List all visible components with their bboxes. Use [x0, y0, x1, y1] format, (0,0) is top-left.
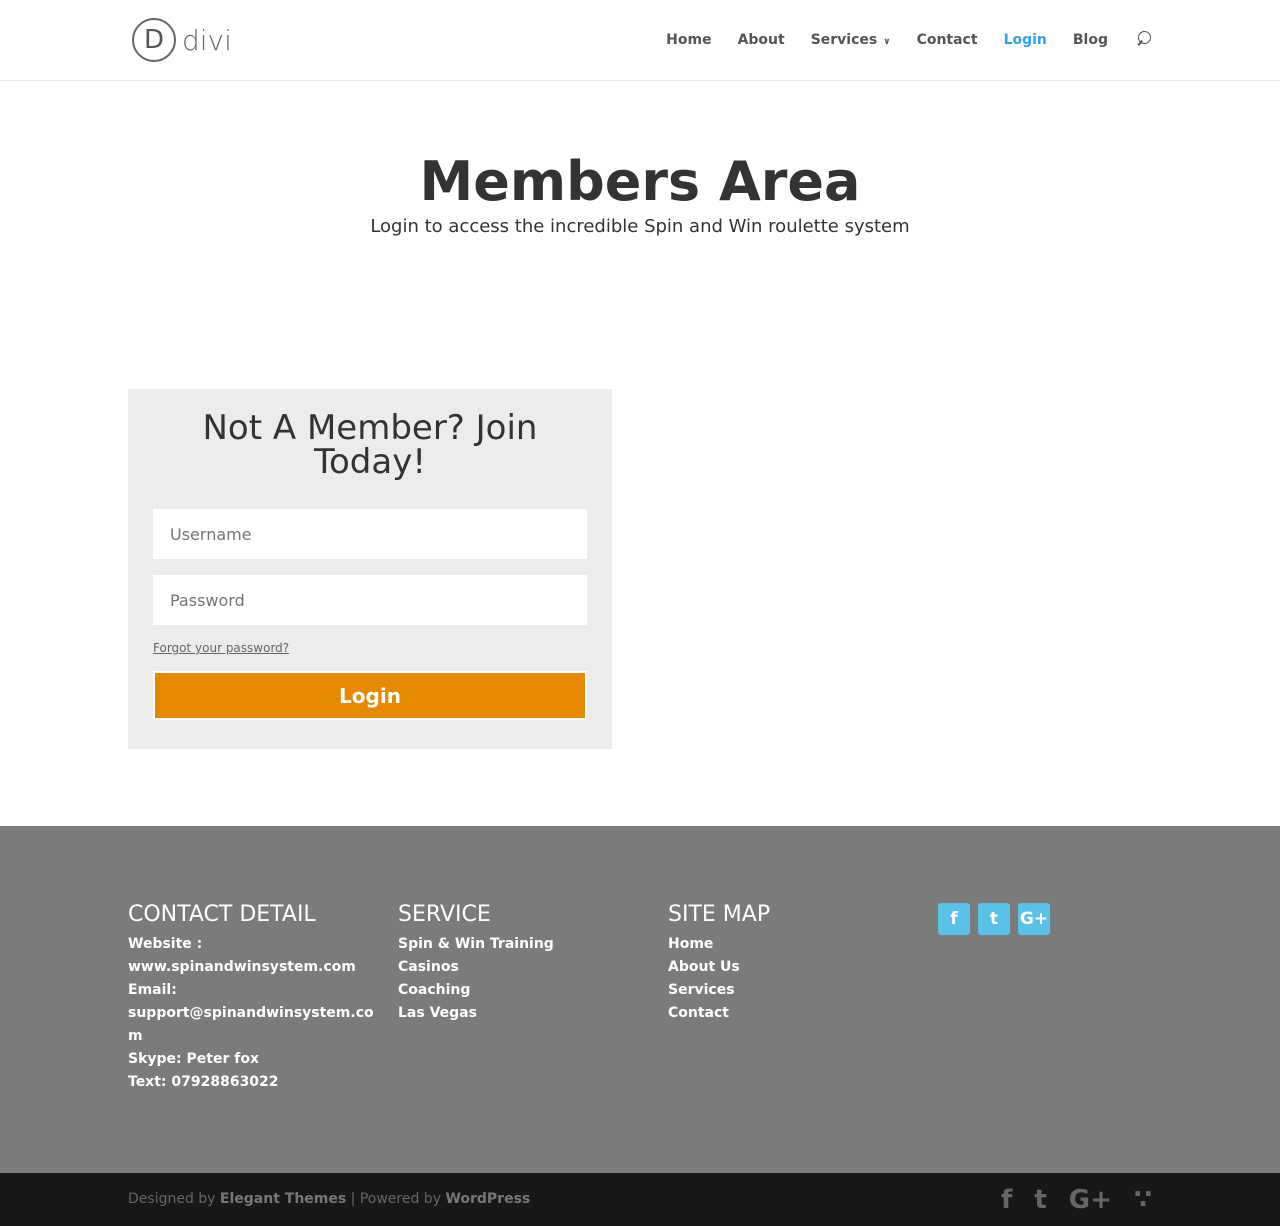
service-link[interactable]: Coaching	[398, 979, 618, 1002]
service-column: SERVICE Spin & Win Training Casinos Coac…	[398, 902, 618, 1025]
social-buttons: f t G+	[938, 903, 1050, 935]
nav-about[interactable]: About	[738, 32, 785, 48]
main-nav: Home About Services ∨ Contact Login Blog	[666, 30, 1152, 50]
contact-line: www.spinandwinsystem.com	[128, 959, 356, 975]
nav-home[interactable]: Home	[666, 32, 711, 48]
google-plus-icon[interactable]: G+	[1018, 903, 1050, 935]
wordpress-link[interactable]: WordPress	[445, 1191, 530, 1207]
rss-icon[interactable]: ∵	[1134, 1185, 1152, 1215]
username-input[interactable]	[153, 509, 587, 559]
sitemap-link[interactable]: Home	[668, 933, 888, 956]
footer: CONTACT DETAIL Website : www.spinandwins…	[0, 826, 1280, 1173]
contact-title: CONTACT DETAIL	[128, 902, 316, 927]
sitemap-link[interactable]: Services	[668, 979, 888, 1002]
service-title: SERVICE	[398, 902, 491, 927]
login-button[interactable]: Login	[153, 671, 587, 720]
nav-services[interactable]: Services ∨	[811, 32, 891, 48]
contact-line: Text: 07928863022	[128, 1074, 279, 1090]
sitemap-title: SITE MAP	[668, 902, 771, 927]
credit-text: | Powered by	[346, 1191, 446, 1207]
bottom-bar: Designed by Elegant Themes | Powered by …	[0, 1173, 1280, 1226]
twitter-icon[interactable]: t	[1034, 1185, 1046, 1215]
form-title: Not A Member? Join Today!	[202, 408, 538, 482]
page-subtitle: Login to access the incredible Spin and …	[370, 216, 910, 237]
nav-services-label: Services	[810, 32, 878, 48]
sitemap-column: SITE MAP Home About Us Services Contact	[668, 902, 888, 1025]
contact-line: support@spinandwinsystem.co	[128, 1005, 374, 1021]
contact-line: Skype: Peter fox	[128, 1051, 259, 1067]
password-input[interactable]	[153, 575, 587, 625]
contact-line: Email:	[128, 982, 177, 998]
contact-line: Website :	[128, 936, 203, 952]
service-link[interactable]: Casinos	[398, 956, 618, 979]
sitemap-link[interactable]: Contact	[668, 1002, 888, 1025]
login-form: Not A Member? Join Today! Forgot your pa…	[128, 389, 612, 749]
google-plus-icon[interactable]: G+	[1069, 1185, 1112, 1215]
forgot-password-link[interactable]: Forgot your password?	[153, 641, 587, 655]
sitemap-link[interactable]: About Us	[668, 956, 888, 979]
credits: Designed by Elegant Themes | Powered by …	[128, 1191, 530, 1207]
facebook-icon[interactable]: f	[1001, 1185, 1012, 1215]
twitter-icon[interactable]: t	[978, 903, 1010, 935]
nav-contact[interactable]: Contact	[917, 32, 978, 48]
contact-column: CONTACT DETAIL Website : www.spinandwins…	[128, 902, 374, 1094]
page-title: Members Area	[419, 150, 861, 213]
nav-login[interactable]: Login	[1004, 32, 1047, 48]
service-link[interactable]: Las Vegas	[398, 1002, 618, 1025]
nav-blog[interactable]: Blog	[1073, 32, 1108, 48]
contact-line: m	[128, 1028, 143, 1044]
site-header: Ddivi Home About Services ∨ Contact Login…	[0, 0, 1280, 81]
chevron-down-icon: ∨	[883, 37, 891, 47]
logo[interactable]: Ddivi	[132, 18, 232, 62]
facebook-icon[interactable]: f	[938, 903, 970, 935]
credit-text: Designed by	[128, 1191, 220, 1207]
search-icon[interactable]	[1134, 30, 1152, 50]
elegant-themes-link[interactable]: Elegant Themes	[220, 1191, 346, 1207]
logo-mark: D	[132, 18, 176, 62]
logo-text: divi	[182, 23, 232, 57]
service-link[interactable]: Spin & Win Training	[398, 933, 618, 956]
bottom-social: f t G+ ∵	[1001, 1185, 1152, 1215]
